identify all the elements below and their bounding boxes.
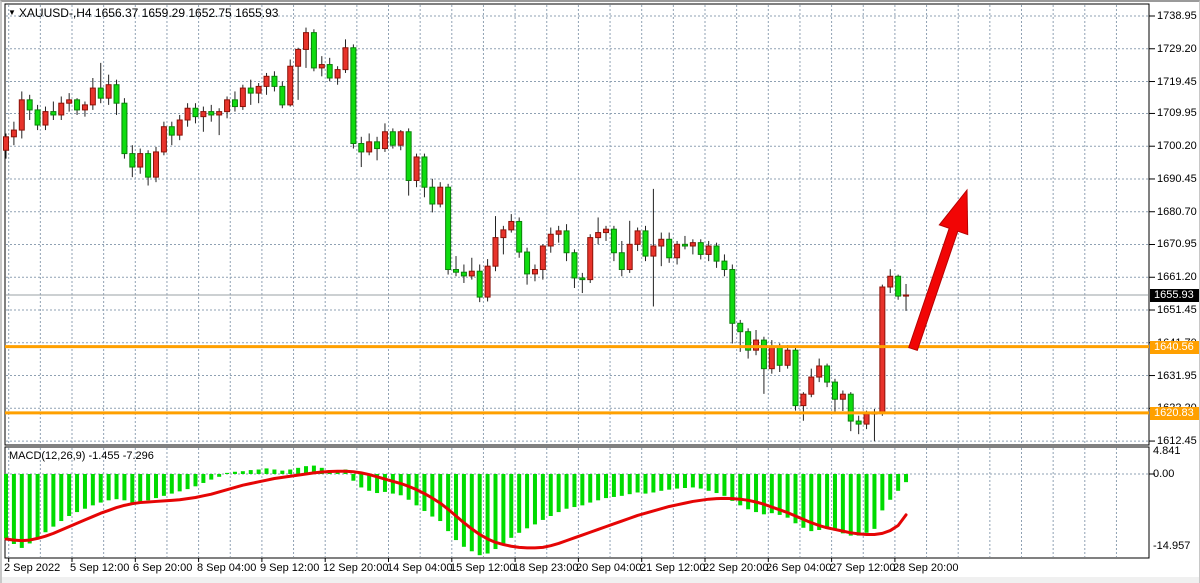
orange-line-price-tag: 1640.56 — [1150, 341, 1200, 354]
price-axis-label: 1631.95 — [1157, 370, 1197, 382]
time-axis-label: 20 Sep 04:00 — [576, 562, 641, 574]
time-axis-label: 14 Sep 04:00 — [387, 562, 452, 574]
chart-title-text: XAUUSD-,H4 1656.37 1659.29 1652.75 1655.… — [19, 6, 279, 20]
price-axis-label: 1690.45 — [1157, 173, 1197, 185]
current-price-tag: 1655.93 — [1150, 289, 1200, 302]
time-axis-label: 5 Sep 12:00 — [70, 562, 129, 574]
time-axis-label: 18 Sep 23:00 — [513, 562, 578, 574]
time-axis-label: 28 Sep 20:00 — [893, 562, 958, 574]
macd-indicator-label: MACD(12,26,9) -1.455 -7.296 — [9, 450, 154, 462]
macd-axis-min: -14.957 — [1153, 540, 1190, 552]
time-axis-label: 27 Sep 12:00 — [830, 562, 895, 574]
time-axis-label: 6 Sep 20:00 — [133, 562, 192, 574]
price-axis-label: 1719.45 — [1157, 76, 1197, 88]
status-strip — [2, 577, 1200, 583]
time-axis-label: 22 Sep 20:00 — [703, 562, 768, 574]
time-axis-label: 12 Sep 20:00 — [323, 562, 388, 574]
price-axis-label: 1729.20 — [1157, 43, 1197, 55]
macd-axis-max: 4.841 — [1153, 445, 1181, 457]
time-axis-label: 9 Sep 12:00 — [260, 562, 319, 574]
time-axis-label: 26 Sep 04:00 — [766, 562, 831, 574]
time-axis-label: 21 Sep 12:00 — [640, 562, 705, 574]
time-axis-label: 8 Sep 04:00 — [197, 562, 256, 574]
price-axis-label: 1661.20 — [1157, 271, 1197, 283]
macd-pane[interactable] — [5, 447, 1149, 558]
price-axis-label: 1709.95 — [1157, 107, 1197, 119]
symbol-dropdown-icon[interactable]: ▼ — [8, 8, 16, 17]
price-axis-label: 1651.45 — [1157, 304, 1197, 316]
chart-canvas[interactable] — [2, 2, 1200, 583]
macd-axis-zero: 0.00 — [1153, 468, 1174, 480]
main-pane[interactable] — [5, 4, 1149, 445]
price-axis-label: 1700.20 — [1157, 140, 1197, 152]
price-axis-label: 1738.95 — [1157, 10, 1197, 22]
price-axis-label: 1680.70 — [1157, 206, 1197, 218]
orange-line-price-tag: 1620.83 — [1150, 407, 1200, 420]
chart-title: ▼XAUUSD-,H4 1656.37 1659.29 1652.75 1655… — [8, 6, 278, 20]
time-axis-label: 2 Sep 2022 — [4, 562, 60, 574]
chart-window: ▼XAUUSD-,H4 1656.37 1659.29 1652.75 1655… — [0, 0, 1200, 583]
time-axis-label: 15 Sep 12:00 — [450, 562, 515, 574]
price-axis-label: 1670.95 — [1157, 238, 1197, 250]
